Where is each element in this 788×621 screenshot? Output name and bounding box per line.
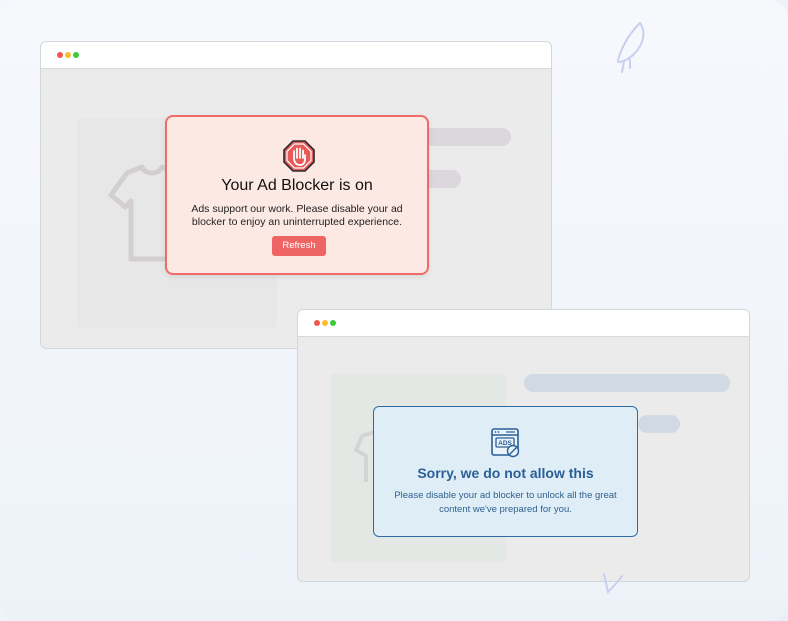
maximize-dot-icon[interactable]	[73, 52, 79, 58]
adblock-modal: Your Ad Blocker is on Ads support our wo…	[165, 115, 429, 275]
feather-decoration-icon	[617, 22, 645, 73]
close-dot-icon[interactable]	[314, 320, 320, 326]
text-placeholder-bar	[524, 374, 730, 392]
stop-hand-icon	[283, 140, 315, 172]
adblock-modal-title: Your Ad Blocker is on	[221, 177, 373, 194]
window-titlebar	[41, 42, 551, 69]
minimize-dot-icon[interactable]	[65, 52, 71, 58]
ads-blocked-browser-icon: ADS	[491, 428, 520, 458]
text-placeholder-bar	[638, 415, 680, 433]
maximize-dot-icon[interactable]	[330, 320, 336, 326]
sorry-modal-title: Sorry, we do not allow this	[417, 465, 594, 481]
window-titlebar	[298, 310, 749, 337]
feather-decoration-icon	[603, 573, 623, 594]
sorry-modal-message: Please disable your ad blocker to unlock…	[394, 490, 617, 515]
refresh-button[interactable]: Refresh	[272, 236, 326, 256]
adblock-modal-message: Ads support our work. Please disable you…	[191, 203, 403, 228]
sorry-modal: ADS Sorry, we do not allow this Please d…	[373, 406, 638, 537]
minimize-dot-icon[interactable]	[322, 320, 328, 326]
close-dot-icon[interactable]	[57, 52, 63, 58]
